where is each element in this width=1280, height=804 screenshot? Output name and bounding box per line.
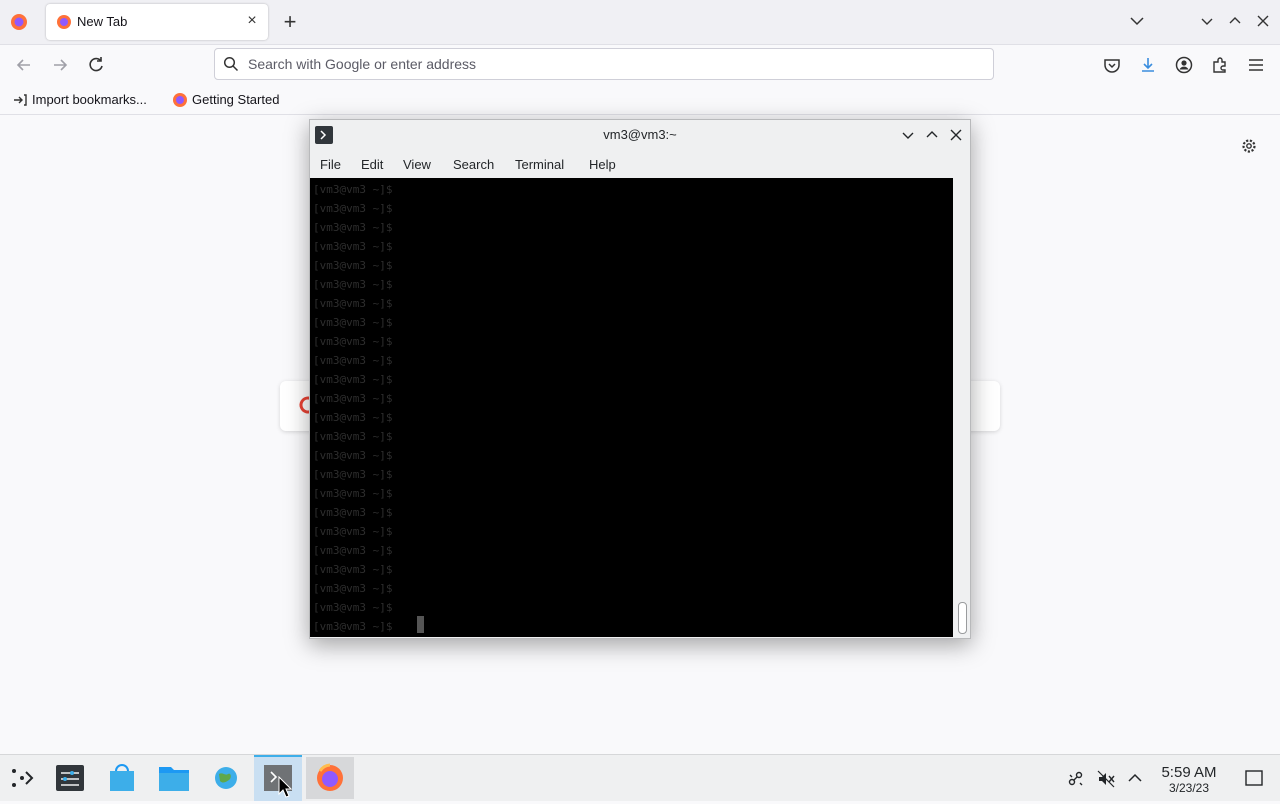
terminal-line: [vm3@vm3 ~]$ bbox=[313, 392, 393, 405]
import-icon bbox=[14, 94, 27, 106]
terminal-line: [vm3@vm3 ~]$ bbox=[313, 373, 393, 386]
menu-edit[interactable]: Edit bbox=[361, 157, 383, 172]
bookmark-label: Getting Started bbox=[192, 92, 280, 107]
chevron-down-icon[interactable] bbox=[1128, 12, 1146, 30]
clock-time[interactable]: 5:59 AM bbox=[1150, 764, 1228, 781]
show-desktop-icon[interactable] bbox=[1244, 769, 1264, 787]
terminal-line: [vm3@vm3 ~]$ bbox=[313, 563, 393, 576]
clock-date[interactable]: 3/23/23 bbox=[1150, 781, 1228, 795]
terminal-line: [vm3@vm3 ~]$ bbox=[313, 544, 393, 557]
gear-icon[interactable] bbox=[1240, 137, 1258, 155]
settings-app-icon bbox=[56, 765, 84, 791]
terminal-line: [vm3@vm3 ~]$ bbox=[313, 411, 393, 424]
search-icon bbox=[223, 56, 239, 72]
firefox-favicon-icon bbox=[173, 93, 187, 107]
volume-muted-icon[interactable] bbox=[1096, 769, 1116, 789]
terminal-line: [vm3@vm3 ~]$ bbox=[313, 240, 393, 253]
terminal-line: [vm3@vm3 ~]$ bbox=[313, 297, 393, 310]
terminal-menubar: File Edit View Search Terminal Help bbox=[310, 152, 970, 178]
application-launcher-button[interactable] bbox=[0, 757, 44, 799]
window-close-icon[interactable] bbox=[948, 127, 964, 143]
terminal-line: [vm3@vm3 ~]$ bbox=[313, 335, 393, 348]
discover-store-icon bbox=[110, 764, 134, 791]
terminal-scrollbar[interactable] bbox=[954, 178, 969, 637]
tab-title: New Tab bbox=[77, 14, 128, 29]
maximize-icon[interactable] bbox=[924, 127, 940, 143]
terminal-line: [vm3@vm3 ~]$ bbox=[313, 221, 393, 234]
text-cursor bbox=[417, 616, 424, 633]
terminal-line: [vm3@vm3 ~]$ bbox=[313, 202, 393, 215]
forward-arrow-icon[interactable] bbox=[48, 53, 72, 77]
terminal-line: [vm3@vm3 ~]$ bbox=[313, 354, 393, 367]
minimize-icon[interactable] bbox=[900, 127, 916, 143]
firefox-view-icon[interactable] bbox=[10, 13, 28, 31]
back-arrow-icon[interactable] bbox=[12, 53, 36, 77]
address-bar[interactable]: Search with Google or enter address bbox=[214, 48, 994, 80]
terminal-line: [vm3@vm3 ~]$ bbox=[313, 430, 393, 443]
terminal-line: [vm3@vm3 ~]$ bbox=[313, 468, 393, 481]
download-icon[interactable] bbox=[1138, 55, 1158, 75]
terminal-line: [vm3@vm3 ~]$ bbox=[313, 487, 393, 500]
terminal-line: [vm3@vm3 ~]$ bbox=[313, 506, 393, 519]
firefox-favicon-icon bbox=[57, 15, 71, 29]
menu-help[interactable]: Help bbox=[589, 157, 616, 172]
menu-view[interactable]: View bbox=[403, 157, 431, 172]
taskbar: 5:59 AM 3/23/23 bbox=[0, 754, 1280, 801]
minimize-icon[interactable] bbox=[1198, 12, 1216, 30]
chevron-up-icon[interactable] bbox=[1126, 769, 1144, 787]
taskbar-system-settings[interactable] bbox=[48, 757, 92, 799]
terminal-line: [vm3@vm3 ~]$ bbox=[313, 620, 393, 633]
maximize-icon[interactable] bbox=[1226, 12, 1244, 30]
bookmark-label: Import bookmarks... bbox=[32, 92, 147, 107]
reload-icon[interactable] bbox=[84, 53, 108, 77]
bookmarks-toolbar: Import bookmarks... Getting Started bbox=[0, 86, 1280, 115]
menu-terminal[interactable]: Terminal bbox=[515, 157, 564, 172]
terminal-line: [vm3@vm3 ~]$ bbox=[313, 316, 393, 329]
network-icon[interactable] bbox=[1066, 769, 1086, 789]
nav-bar: Search with Google or enter address bbox=[0, 45, 1280, 85]
window-close-icon[interactable] bbox=[1254, 12, 1272, 30]
terminal-line: [vm3@vm3 ~]$ bbox=[313, 278, 393, 291]
terminal-line: [vm3@vm3 ~]$ bbox=[313, 259, 393, 272]
terminal-line: [vm3@vm3 ~]$ bbox=[313, 582, 393, 595]
hamburger-menu-icon[interactable] bbox=[1246, 55, 1266, 75]
scrollbar-thumb[interactable] bbox=[958, 602, 967, 634]
close-icon[interactable]: × bbox=[244, 13, 260, 29]
taskbar-firefox[interactable] bbox=[306, 757, 354, 799]
terminal-line: [vm3@vm3 ~]$ bbox=[313, 601, 393, 614]
terminal-titlebar[interactable]: vm3@vm3:~ bbox=[310, 120, 970, 150]
address-placeholder: Search with Google or enter address bbox=[248, 56, 477, 72]
terminal-line: [vm3@vm3 ~]$ bbox=[313, 183, 393, 196]
launcher-icon bbox=[12, 769, 34, 787]
taskbar-discover[interactable] bbox=[100, 757, 144, 799]
menu-file[interactable]: File bbox=[320, 157, 341, 172]
globe-icon bbox=[215, 767, 237, 789]
firefox-icon bbox=[317, 763, 343, 791]
terminal-line: [vm3@vm3 ~]$ bbox=[313, 449, 393, 462]
new-tab-button[interactable]: + bbox=[280, 11, 300, 33]
tab-bar: New Tab × + bbox=[0, 0, 1280, 45]
terminal-window[interactable]: vm3@vm3:~ File Edit View Search Terminal… bbox=[309, 119, 971, 639]
terminal-title: vm3@vm3:~ bbox=[603, 127, 677, 142]
terminal-output: [vm3@vm3 ~]$ [vm3@vm3 ~]$ [vm3@vm3 ~]$ [… bbox=[313, 180, 392, 636]
folder-icon bbox=[159, 767, 189, 791]
tab-new-tab[interactable]: New Tab × bbox=[46, 4, 268, 40]
extensions-icon[interactable] bbox=[1210, 55, 1230, 75]
account-icon[interactable] bbox=[1174, 55, 1194, 75]
menu-search[interactable]: Search bbox=[453, 157, 494, 172]
mouse-cursor-icon bbox=[278, 776, 292, 798]
taskbar-browser-globe[interactable] bbox=[204, 757, 248, 799]
taskbar-file-manager[interactable] bbox=[152, 757, 196, 799]
pocket-icon[interactable] bbox=[1102, 55, 1122, 75]
terminal-screen[interactable]: [vm3@vm3 ~]$ [vm3@vm3 ~]$ [vm3@vm3 ~]$ [… bbox=[310, 178, 953, 637]
terminal-line: [vm3@vm3 ~]$ bbox=[313, 525, 393, 538]
